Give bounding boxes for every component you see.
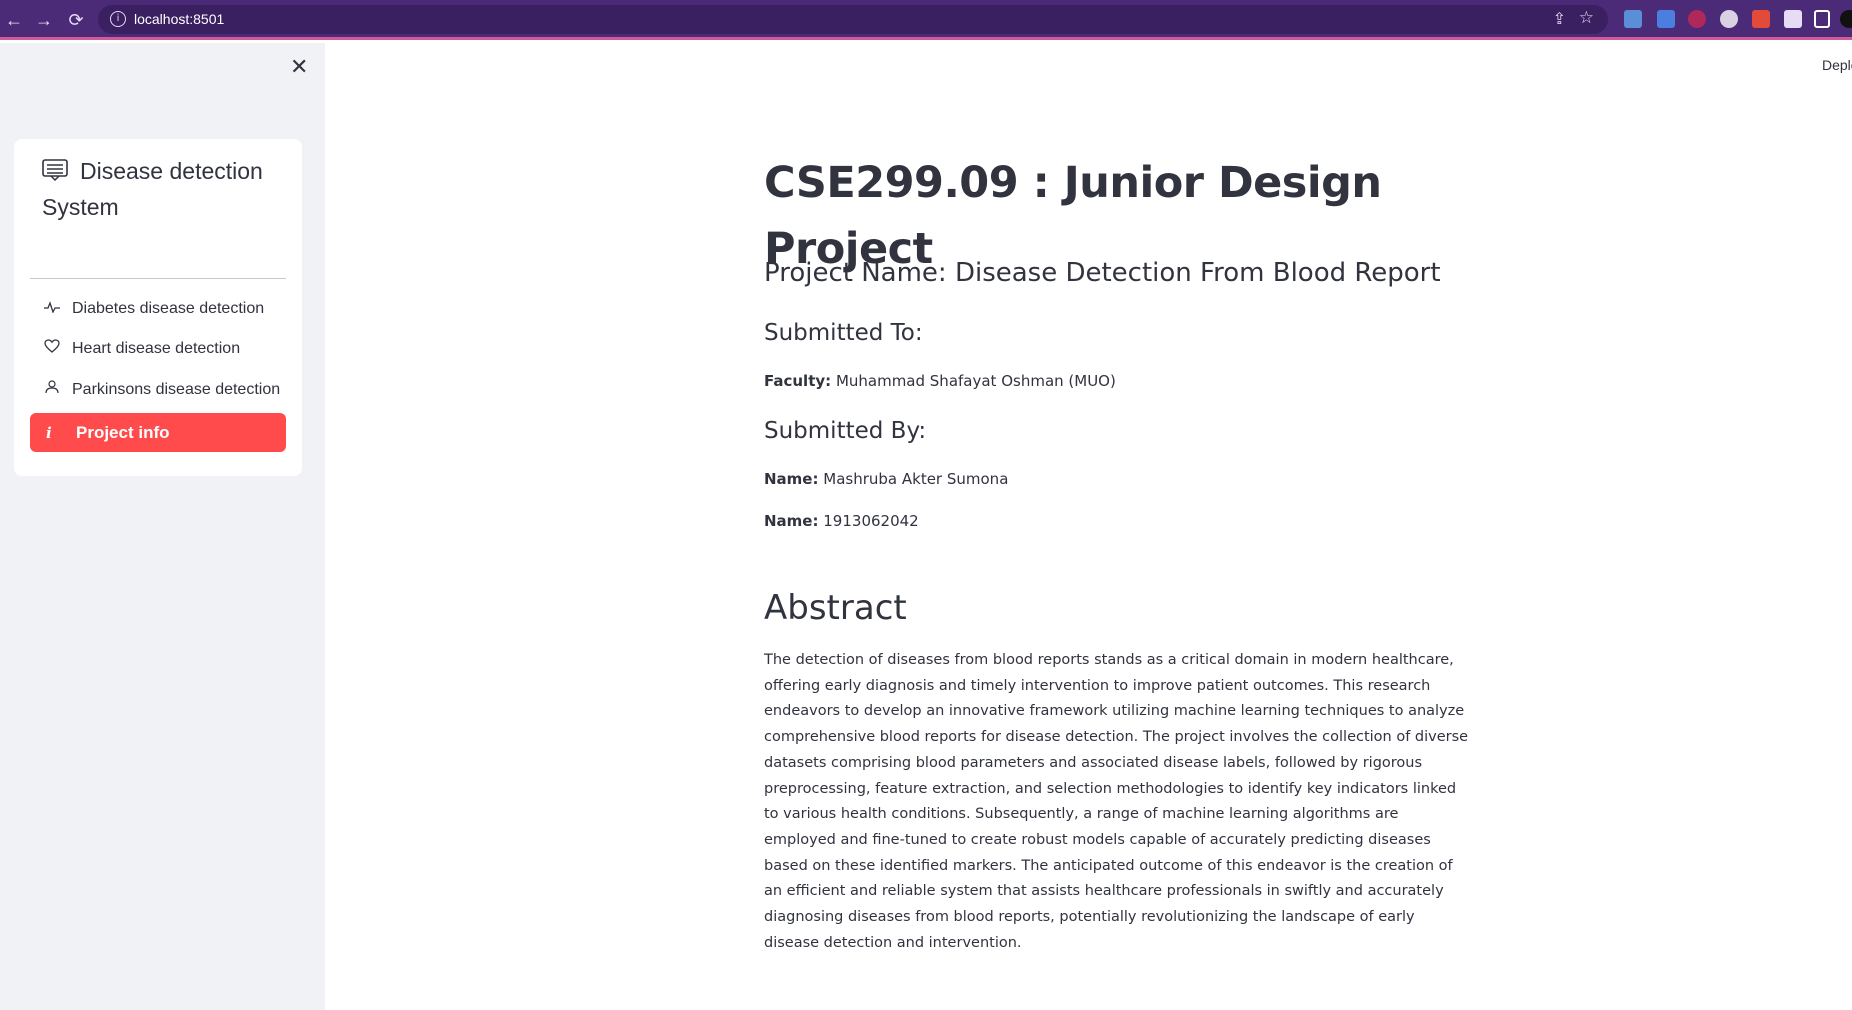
browser-toolbar: ← → ⟳ i localhost:8501 ⇪ ☆ bbox=[0, 0, 1852, 40]
info-icon: i bbox=[46, 424, 52, 442]
reload-icon[interactable]: ⟳ bbox=[64, 8, 88, 32]
menu-divider bbox=[30, 278, 286, 279]
menu-item-label: Heart disease detection bbox=[72, 340, 241, 357]
toolbar-accent-line bbox=[0, 37, 1852, 40]
heart-icon bbox=[44, 336, 60, 360]
menu-item-diabetes[interactable]: Diabetes disease detection bbox=[30, 296, 286, 321]
extension-icon[interactable] bbox=[1624, 10, 1642, 28]
main-content: CSE299.09 : Junior Design Project Projec… bbox=[764, 150, 1474, 951]
address-bar[interactable]: i localhost:8501 ⇪ ☆ bbox=[98, 5, 1608, 34]
deploy-button[interactable]: Deplo bbox=[1822, 57, 1852, 73]
side-panel-icon[interactable] bbox=[1814, 10, 1830, 28]
menu-item-heart[interactable]: Heart disease detection bbox=[30, 336, 286, 361]
url-text[interactable]: localhost:8501 bbox=[134, 11, 224, 27]
list-card-icon bbox=[42, 159, 68, 181]
menu-item-project-info[interactable]: i Project info bbox=[30, 413, 286, 452]
pdf-extension-icon[interactable] bbox=[1752, 10, 1770, 28]
forward-icon[interactable]: → bbox=[32, 8, 56, 32]
menu-title: Disease detection System bbox=[42, 153, 292, 225]
share-icon[interactable]: ⇪ bbox=[1553, 9, 1566, 29]
site-info-icon[interactable]: i bbox=[110, 11, 126, 27]
profile-avatar[interactable] bbox=[1840, 10, 1852, 28]
puzzle-extensions-icon[interactable] bbox=[1784, 10, 1802, 28]
menu-item-label: Parkinsons disease detection bbox=[72, 381, 281, 398]
abstract-heading: Abstract bbox=[764, 588, 907, 628]
abstract-text: The detection of diseases from blood rep… bbox=[764, 652, 1469, 951]
translate-extension-icon[interactable] bbox=[1657, 10, 1675, 28]
menu-title-text: Disease detection System bbox=[42, 158, 263, 220]
lightbulb-extension-icon[interactable] bbox=[1720, 10, 1738, 28]
project-name-heading: Project Name: Disease Detection From Blo… bbox=[764, 258, 1441, 288]
menu-item-label: Project info bbox=[76, 423, 170, 442]
name-label: Name: bbox=[764, 470, 819, 488]
sidebar: ✕ Disease detection System Diabetes dise… bbox=[0, 43, 325, 1010]
menu-item-parkinsons[interactable]: Parkinsons disease detection bbox=[30, 377, 286, 402]
faculty-line: Faculty: Muhammad Shafayat Oshman (MUO) bbox=[764, 372, 1116, 390]
activity-icon bbox=[44, 296, 60, 320]
menu-item-label: Diabetes disease detection bbox=[72, 300, 265, 317]
navigation-menu: Disease detection System Diabetes diseas… bbox=[14, 139, 302, 476]
submitted-by-heading: Submitted By: bbox=[764, 418, 927, 444]
submitted-to-heading: Submitted To: bbox=[764, 320, 923, 346]
name-label: Name: bbox=[764, 512, 819, 530]
faculty-value: Muhammad Shafayat Oshman (MUO) bbox=[835, 372, 1116, 390]
student-id-line: Name: 1913062042 bbox=[764, 512, 919, 530]
faculty-label: Faculty: bbox=[764, 372, 832, 390]
close-sidebar-icon[interactable]: ✕ bbox=[290, 55, 308, 80]
person-icon bbox=[44, 377, 60, 401]
name-value: 1913062042 bbox=[823, 512, 919, 530]
bookmark-star-icon[interactable]: ☆ bbox=[1579, 8, 1594, 28]
extension-icon[interactable] bbox=[1688, 10, 1706, 28]
back-icon[interactable]: ← bbox=[2, 8, 26, 32]
student-name-line: Name: Mashruba Akter Sumona bbox=[764, 470, 1008, 488]
name-value: Mashruba Akter Sumona bbox=[823, 470, 1009, 488]
